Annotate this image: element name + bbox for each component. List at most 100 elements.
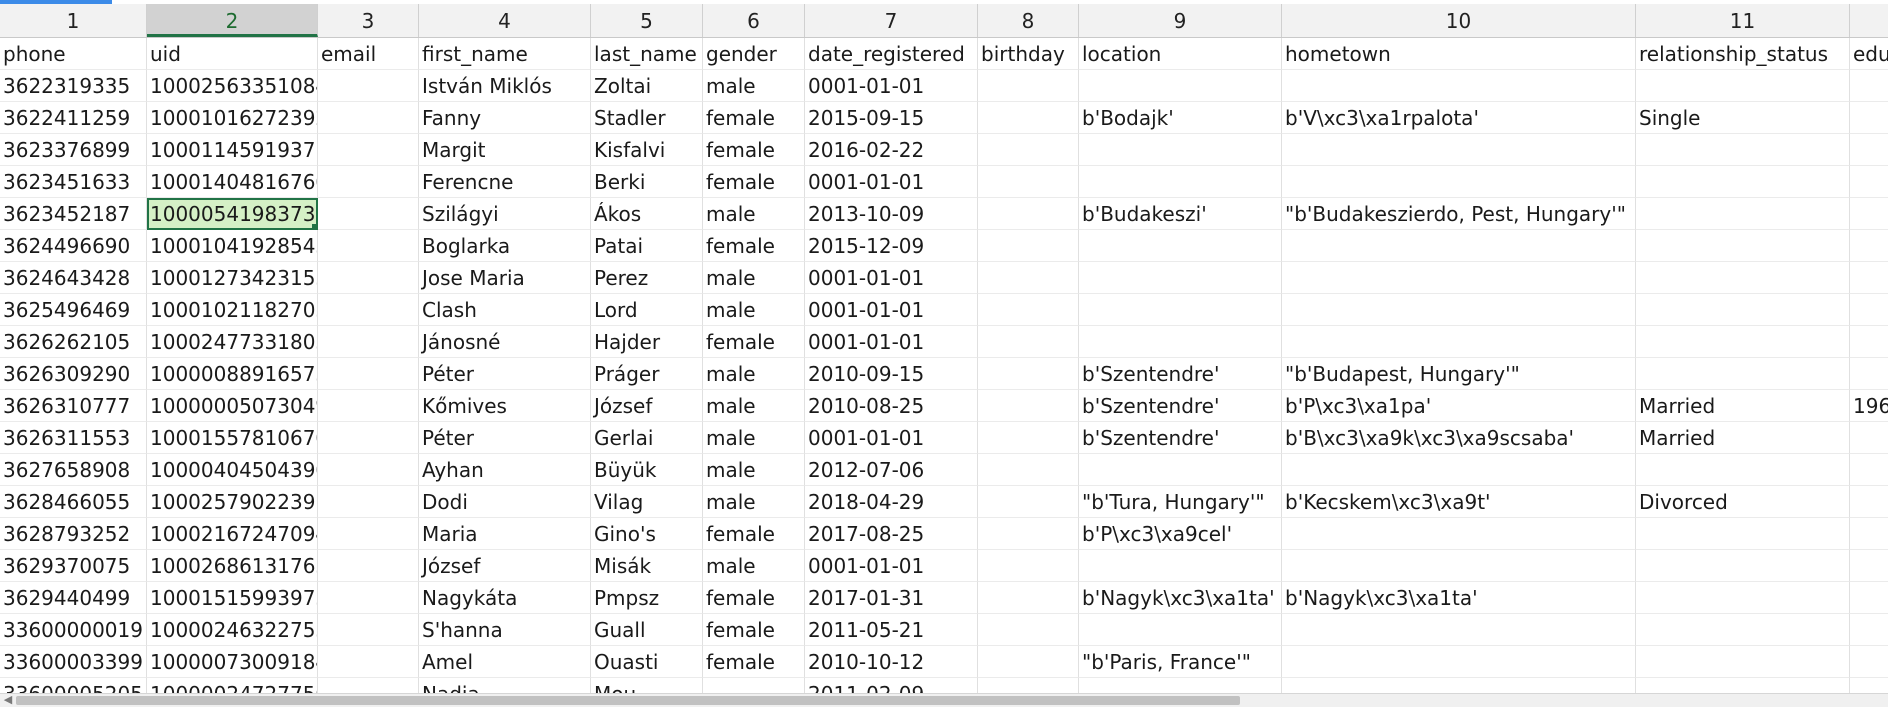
data-cell[interactable]: 3626310777 bbox=[0, 390, 147, 422]
data-cell[interactable]: 2010-09-15 bbox=[805, 358, 978, 390]
data-cell[interactable]: female bbox=[703, 230, 805, 262]
data-cell[interactable]: Jánosné bbox=[419, 326, 591, 358]
data-cell[interactable]: 100004045043900 bbox=[147, 454, 318, 486]
data-cell[interactable]: Married bbox=[1636, 390, 1850, 422]
data-cell[interactable]: 33600000019 bbox=[0, 614, 147, 646]
data-cell[interactable]: 2016-02-22 bbox=[805, 134, 978, 166]
data-cell[interactable]: 100000889165730 bbox=[147, 358, 318, 390]
data-cell[interactable] bbox=[1850, 134, 1888, 166]
column-header-7[interactable]: 7 bbox=[805, 4, 978, 37]
data-cell[interactable] bbox=[1079, 70, 1282, 102]
data-cell[interactable] bbox=[1636, 358, 1850, 390]
data-cell[interactable]: 100026861317655 bbox=[147, 550, 318, 582]
data-cell[interactable]: Amel bbox=[419, 646, 591, 678]
data-cell[interactable]: 0001-01-01 bbox=[805, 326, 978, 358]
data-cell[interactable] bbox=[1850, 454, 1888, 486]
data-cell[interactable] bbox=[318, 230, 419, 262]
data-cell[interactable]: male bbox=[703, 390, 805, 422]
data-cell[interactable] bbox=[318, 582, 419, 614]
data-cell[interactable]: 100011459193718 bbox=[147, 134, 318, 166]
data-cell[interactable] bbox=[1282, 454, 1636, 486]
data-cell[interactable] bbox=[978, 198, 1079, 230]
data-cell[interactable] bbox=[1850, 678, 1888, 693]
spreadsheet-grid[interactable]: phone uid email first_name last_name gender da… bbox=[0, 38, 1888, 693]
data-cell[interactable]: 3625496469 bbox=[0, 294, 147, 326]
data-cell[interactable] bbox=[318, 486, 419, 518]
data-cell[interactable]: 3628793252 bbox=[0, 518, 147, 550]
data-cell[interactable]: 0001-01-01 bbox=[805, 262, 978, 294]
field-header-cell[interactable]: last_name bbox=[591, 38, 703, 70]
column-header-1[interactable]: 1 bbox=[0, 4, 147, 37]
data-cell[interactable]: 3623376899 bbox=[0, 134, 147, 166]
data-cell[interactable]: 100025633510841 bbox=[147, 70, 318, 102]
data-cell[interactable]: male bbox=[703, 358, 805, 390]
data-cell[interactable] bbox=[1282, 230, 1636, 262]
data-cell[interactable] bbox=[978, 166, 1079, 198]
column-header-6[interactable]: 6 bbox=[703, 4, 805, 37]
data-cell[interactable]: 100021672470941 bbox=[147, 518, 318, 550]
data-cell[interactable]: 3627658908 bbox=[0, 454, 147, 486]
data-cell[interactable] bbox=[978, 678, 1079, 693]
data-cell[interactable] bbox=[318, 390, 419, 422]
data-cell[interactable]: 0001-01-01 bbox=[805, 70, 978, 102]
data-cell[interactable]: male bbox=[703, 550, 805, 582]
data-cell[interactable]: 3622411259 bbox=[0, 102, 147, 134]
data-cell[interactable] bbox=[978, 230, 1079, 262]
data-cell[interactable]: 3626309290 bbox=[0, 358, 147, 390]
data-cell[interactable] bbox=[1079, 166, 1282, 198]
data-cell[interactable] bbox=[1282, 262, 1636, 294]
scroll-left-icon[interactable]: ◀ bbox=[2, 693, 14, 707]
data-cell[interactable] bbox=[1079, 454, 1282, 486]
data-cell[interactable] bbox=[318, 294, 419, 326]
data-cell[interactable] bbox=[1850, 262, 1888, 294]
data-cell[interactable] bbox=[978, 614, 1079, 646]
data-cell[interactable] bbox=[1636, 550, 1850, 582]
column-header-9[interactable]: 9 bbox=[1079, 4, 1282, 37]
data-cell[interactable] bbox=[978, 582, 1079, 614]
data-cell[interactable]: 2013-10-09 bbox=[805, 198, 978, 230]
data-cell[interactable]: 2011-02-09 bbox=[805, 678, 978, 693]
data-cell[interactable] bbox=[318, 198, 419, 230]
data-cell[interactable] bbox=[1850, 198, 1888, 230]
data-cell[interactable] bbox=[978, 102, 1079, 134]
data-cell[interactable]: 100010419285431 bbox=[147, 230, 318, 262]
data-cell[interactable]: Stadler bbox=[591, 102, 703, 134]
data-cell[interactable]: b'V\xc3\xa1rpalota' bbox=[1282, 102, 1636, 134]
column-header-5[interactable]: 5 bbox=[591, 4, 703, 37]
data-cell[interactable] bbox=[1282, 70, 1636, 102]
data-cell[interactable]: 33600005205 bbox=[0, 678, 147, 693]
data-cell[interactable]: Margit bbox=[419, 134, 591, 166]
data-cell[interactable]: 3626262105 bbox=[0, 326, 147, 358]
data-cell[interactable] bbox=[318, 102, 419, 134]
data-cell[interactable] bbox=[1850, 422, 1888, 454]
data-cell[interactable]: Ferencne bbox=[419, 166, 591, 198]
data-cell[interactable]: 2011-05-21 bbox=[805, 614, 978, 646]
data-cell[interactable]: male bbox=[703, 454, 805, 486]
data-cell[interactable]: 0001-01-01 bbox=[805, 422, 978, 454]
data-cell[interactable] bbox=[978, 326, 1079, 358]
data-cell[interactable] bbox=[978, 646, 1079, 678]
data-cell[interactable] bbox=[1079, 550, 1282, 582]
data-cell[interactable]: Clash bbox=[419, 294, 591, 326]
data-cell[interactable]: female bbox=[703, 582, 805, 614]
data-cell[interactable]: 100000730091847 bbox=[147, 646, 318, 678]
data-cell[interactable]: 3623452187 bbox=[0, 198, 147, 230]
field-header-cell[interactable]: location bbox=[1079, 38, 1282, 70]
data-cell[interactable] bbox=[1850, 358, 1888, 390]
data-cell[interactable]: "b'Tura, Hungary'" bbox=[1079, 486, 1282, 518]
data-cell[interactable] bbox=[318, 518, 419, 550]
data-cell[interactable]: Ákos bbox=[591, 198, 703, 230]
data-cell[interactable] bbox=[978, 390, 1079, 422]
data-cell[interactable] bbox=[978, 454, 1079, 486]
data-cell[interactable]: 2018-04-29 bbox=[805, 486, 978, 518]
data-cell[interactable]: Patai bbox=[591, 230, 703, 262]
data-cell[interactable]: Szilágyi bbox=[419, 198, 591, 230]
data-cell[interactable] bbox=[1636, 166, 1850, 198]
field-header-cell[interactable]: hometown bbox=[1282, 38, 1636, 70]
data-cell[interactable] bbox=[1850, 486, 1888, 518]
data-cell[interactable]: male bbox=[703, 70, 805, 102]
data-cell[interactable]: female bbox=[703, 166, 805, 198]
data-cell[interactable]: 100015159939752 bbox=[147, 582, 318, 614]
data-cell[interactable] bbox=[1282, 646, 1636, 678]
data-cell[interactable] bbox=[1282, 550, 1636, 582]
